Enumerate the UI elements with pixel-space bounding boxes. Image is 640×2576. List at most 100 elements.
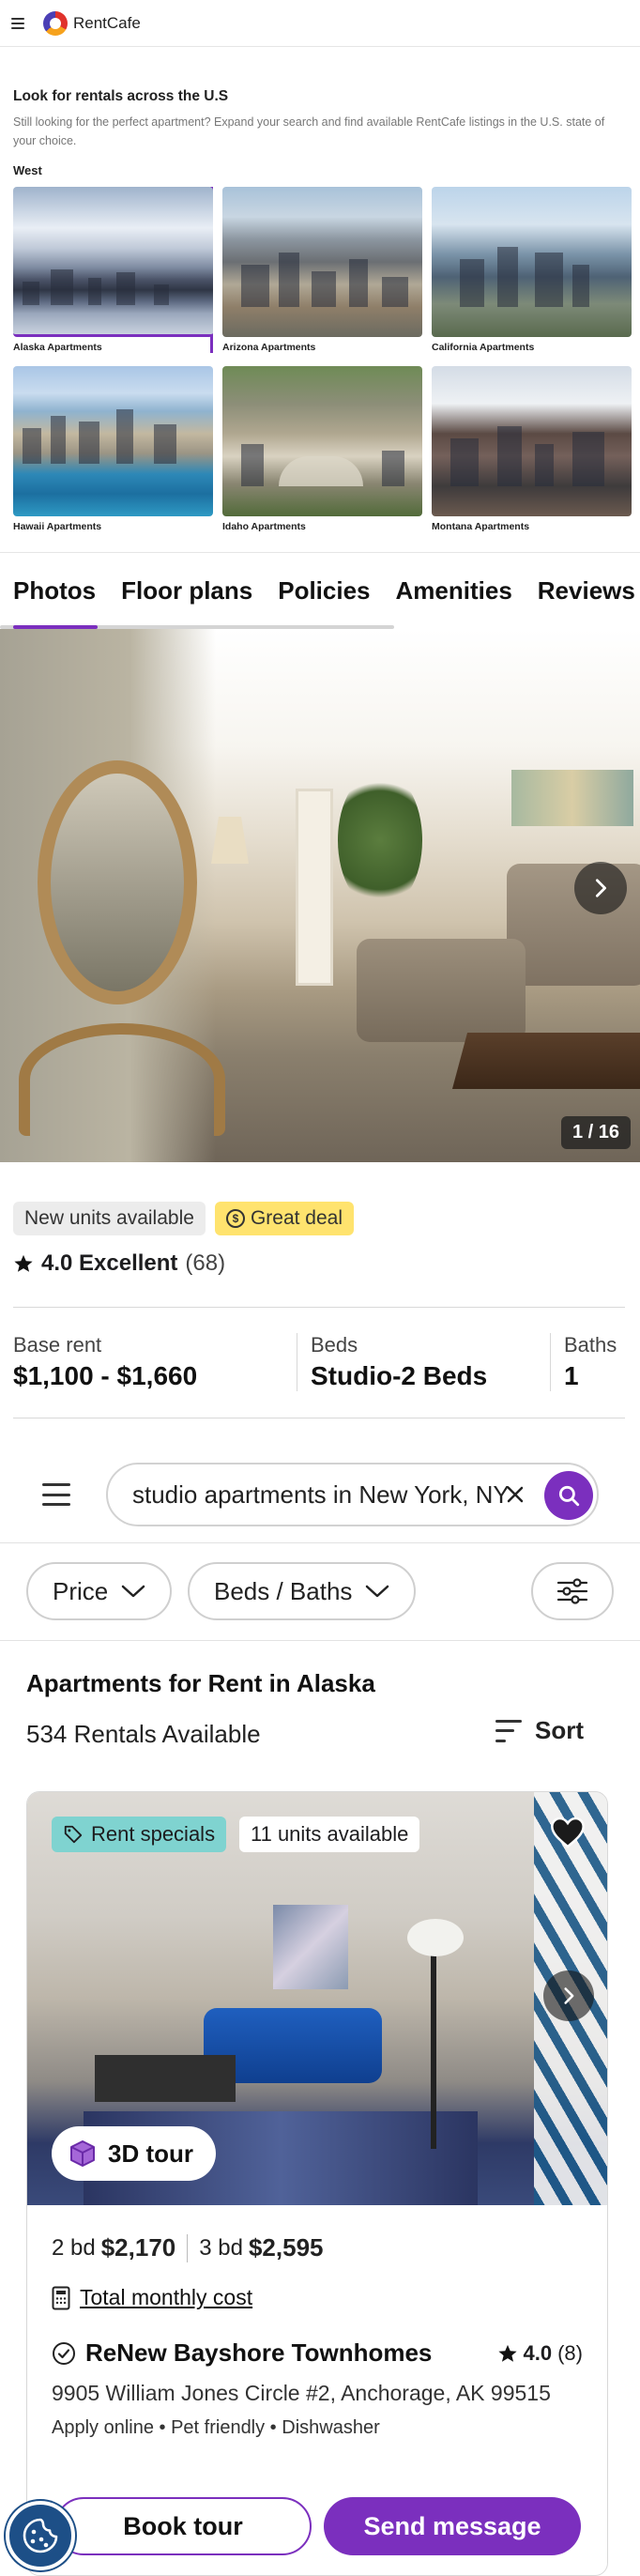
explore-title: Look for rentals across the U.S <box>13 88 229 104</box>
clear-icon[interactable] <box>504 1483 526 1506</box>
book-tour-button[interactable]: Book tour <box>54 2497 312 2555</box>
state-label: Alaska Apartments <box>13 342 102 353</box>
results-count: 534 Rentals Available <box>26 1720 261 1748</box>
property-tabs-bar: Photos Floor plans Policies Amenities Re… <box>0 552 640 629</box>
state-card-arizona[interactable]: Arizona Apartments <box>222 187 422 353</box>
send-message-button[interactable]: Send message <box>324 2497 581 2555</box>
state-image <box>432 366 632 516</box>
rating-score: 4.0 Excellent <box>41 1250 178 1276</box>
search-button[interactable] <box>544 1471 593 1520</box>
beds-baths-filter[interactable]: Beds / Baths <box>188 1562 417 1620</box>
3d-tour-button[interactable]: 3D tour <box>52 2126 216 2181</box>
explore-description: Still looking for the perfect apartment?… <box>13 115 605 147</box>
3d-tour-label: 3D tour <box>108 2139 193 2168</box>
verified-check-icon <box>53 2341 75 2365</box>
rent-specials-tag: Rent specials <box>52 1817 227 1852</box>
results-title: Apartments for Rent in Alaska <box>26 1669 375 1697</box>
property-rating[interactable]: 4.0 Excellent (68) <box>13 1250 225 1277</box>
tab-floor-plans[interactable]: Floor plans <box>121 576 252 606</box>
listing-rating-score: 4.0 <box>523 2340 553 2365</box>
property-name[interactable]: ReNew Bayshore Townhomes <box>85 2338 432 2368</box>
sort-icon <box>495 1719 522 1742</box>
state-card-idaho[interactable]: Idaho Apartments <box>222 366 422 532</box>
chevron-right-icon <box>595 879 606 897</box>
divider <box>13 1307 625 1308</box>
explore-states-section: Look for rentals across the U.S Still lo… <box>0 47 640 532</box>
total-monthly-cost-link[interactable]: Total monthly cost <box>52 2285 583 2310</box>
fact-baths: Baths 1 <box>550 1333 640 1391</box>
search-icon <box>558 1485 580 1507</box>
state-card-california[interactable]: California Apartments <box>432 187 632 353</box>
fact-label: Beds <box>311 1333 358 1357</box>
rentcafe-logo-icon[interactable] <box>43 10 68 36</box>
listing-prices: 2 bd $2,170 3 bd $2,595 <box>52 2233 583 2262</box>
price-filter[interactable]: Price <box>26 1562 173 1620</box>
state-label: Montana Apartments <box>432 521 530 532</box>
gallery-photo-detail <box>511 770 633 826</box>
tab-reviews[interactable]: Reviews <box>538 576 635 606</box>
state-card-hawaii[interactable]: Hawaii Apartments <box>13 366 213 532</box>
state-label: California Apartments <box>432 342 535 353</box>
state-card-montana[interactable]: Montana Apartments <box>432 366 632 532</box>
price-value: $2,170 <box>100 2233 176 2262</box>
sort-button[interactable]: Sort <box>495 1716 584 1745</box>
total-monthly-cost-label: Total monthly cost <box>80 2285 253 2309</box>
star-icon <box>497 2344 517 2362</box>
gallery-next-button[interactable] <box>574 862 627 914</box>
listing-rating[interactable]: 4.0 (8) <box>497 2341 583 2366</box>
state-image <box>13 187 213 337</box>
heart-icon[interactable] <box>549 1815 587 1850</box>
photo-next-button[interactable] <box>543 1970 594 2021</box>
price-filter-label: Price <box>53 1576 109 1605</box>
state-image <box>222 366 422 516</box>
tab-photos[interactable]: Photos <box>13 576 96 606</box>
sliders-icon <box>556 1578 588 1604</box>
property-amenities: Apply online • Pet friendly • Dishwasher <box>52 2417 380 2438</box>
great-deal-badge: $ Great deal <box>214 1202 354 1235</box>
property-address: 9905 William Jones Circle #2, Anchorage,… <box>52 2381 551 2405</box>
beds-baths-filter-label: Beds / Baths <box>214 1576 353 1605</box>
search-header: studio apartments in New York, NY <box>0 1446 640 1543</box>
state-grid: Alaska Apartments Arizona Apartments Cal… <box>13 187 632 532</box>
price-beds: 2 bd <box>52 2234 96 2261</box>
search-input[interactable]: studio apartments in New York, NY <box>106 1463 599 1526</box>
cube-icon <box>70 2140 95 2167</box>
listing-rating-count: (8) <box>557 2340 583 2365</box>
tag-icon <box>64 1825 83 1844</box>
cookie-settings-button[interactable] <box>6 2501 75 2570</box>
listing-card[interactable]: Rent specials 11 units available 3D tour… <box>26 1791 608 2576</box>
listing-photo[interactable]: Rent specials 11 units available 3D tour <box>27 1792 607 2205</box>
brand-name[interactable]: RentCafe <box>73 14 141 33</box>
menu-icon[interactable] <box>11 17 24 29</box>
rentcafe-header: RentCafe <box>0 0 640 47</box>
price-value: $2,595 <box>248 2233 324 2262</box>
calculator-icon <box>52 2286 70 2309</box>
fact-label: Base rent <box>13 1333 102 1357</box>
fact-base-rent: Base rent $1,100 - $1,660 <box>0 1333 297 1391</box>
state-label: Hawaii Apartments <box>13 521 102 532</box>
fact-label: Baths <box>564 1333 617 1357</box>
state-image <box>432 187 632 337</box>
more-filters-button[interactable] <box>531 1562 614 1620</box>
property-facts: Base rent $1,100 - $1,660 Beds Studio-2 … <box>0 1333 640 1391</box>
chevron-down-icon <box>366 1585 389 1598</box>
tab-policies[interactable]: Policies <box>278 576 370 606</box>
search-query[interactable]: studio apartments in New York, NY <box>132 1480 517 1510</box>
chevron-right-icon <box>564 1987 574 2004</box>
tab-amenities[interactable]: Amenities <box>396 576 512 606</box>
state-label: Idaho Apartments <box>222 521 306 532</box>
rating-count: (68) <box>185 1250 226 1276</box>
listing-actions: Book tour Send message <box>0 2493 640 2576</box>
photo-gallery[interactable]: 1 / 16 <box>0 629 640 1162</box>
great-deal-label: Great deal <box>250 1207 343 1229</box>
menu-icon[interactable] <box>42 1483 70 1506</box>
state-card-alaska[interactable]: Alaska Apartments <box>13 187 213 353</box>
sort-label: Sort <box>535 1716 584 1744</box>
chevron-down-icon <box>122 1585 145 1598</box>
rent-specials-label: Rent specials <box>91 1822 216 1846</box>
dollar-circle-icon: $ <box>225 1209 245 1228</box>
fact-value: $1,100 - $1,660 <box>13 1361 198 1390</box>
gallery-counter: 1 / 16 <box>560 1116 631 1149</box>
region-label: West <box>13 163 42 177</box>
units-available-tag: 11 units available <box>239 1817 420 1852</box>
